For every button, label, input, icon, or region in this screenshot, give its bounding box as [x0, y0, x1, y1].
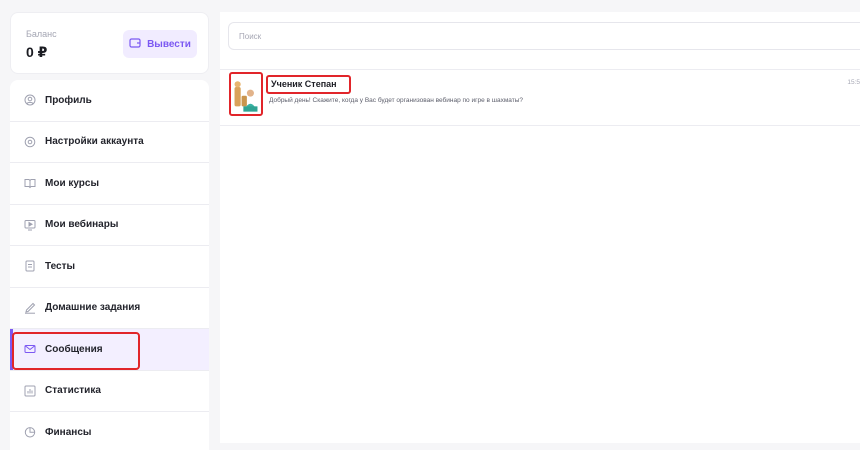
chat-last-message: Добрый день! Скажите, когда у Вас будет … — [269, 97, 524, 104]
withdraw-button[interactable]: Вывести — [123, 30, 197, 58]
withdraw-label: Вывести — [147, 38, 191, 50]
sidebar-item-label: Финансы — [45, 426, 92, 438]
wallet-icon — [129, 37, 141, 52]
balance-value: 0 ₽ — [26, 44, 48, 60]
balance-label: Баланс — [26, 29, 57, 39]
avatar-image — [231, 74, 261, 114]
balance-card: Баланс 0 ₽ Вывести — [10, 12, 209, 74]
sidebar-item-finance[interactable]: Финансы — [10, 412, 209, 450]
pencil-icon — [24, 302, 36, 314]
sidebar-item-tests[interactable]: Тесты — [10, 246, 209, 288]
user-circle-icon — [24, 94, 36, 106]
sidebar-item-statistics[interactable]: Статистика — [10, 371, 209, 412]
sidebar-item-label: Сообщения — [45, 343, 103, 355]
sidebar-item-profile[interactable]: Профиль — [10, 80, 209, 122]
chat-contact-name: Ученик Степан — [266, 75, 351, 94]
sidebar-item-label: Статистика — [45, 385, 101, 397]
sidebar-item-label: Профиль — [45, 94, 92, 106]
sidebar-item-label: Мои курсы — [45, 177, 100, 189]
chart-icon — [24, 385, 36, 397]
messages-panel: Ученик Степан Добрый день! Скажите, когд… — [220, 12, 860, 443]
document-icon — [24, 260, 36, 272]
sidebar-item-homework[interactable]: Домашние задания — [10, 288, 209, 329]
avatar[interactable] — [229, 72, 263, 116]
sidebar-item-label: Настройки аккаунта — [45, 136, 144, 148]
sidebar-item-my-webinars[interactable]: Мои вебинары — [10, 205, 209, 246]
sidebar-item-label: Домашние задания — [45, 302, 141, 314]
video-icon — [24, 219, 36, 231]
sidebar-item-my-courses[interactable]: Мои курсы — [10, 163, 209, 205]
sidebar-item-account-settings[interactable]: Настройки аккаунта — [10, 122, 209, 163]
sidebar-item-messages[interactable]: Сообщения — [10, 329, 209, 371]
sidebar-menu: Профиль Настройки аккаунта Мои курсы Мои… — [10, 80, 209, 450]
pie-chart-icon — [24, 426, 36, 438]
sidebar-item-label: Тесты — [45, 260, 76, 272]
search-input[interactable] — [228, 22, 860, 50]
chat-list-item[interactable]: Ученик Степан Добрый день! Скажите, когд… — [220, 69, 860, 126]
chat-timestamp: 15:5 — [847, 79, 860, 86]
book-icon — [24, 177, 36, 189]
envelope-icon — [24, 343, 36, 355]
sidebar-item-label: Мои вебинары — [45, 219, 119, 231]
gear-icon — [24, 136, 36, 148]
